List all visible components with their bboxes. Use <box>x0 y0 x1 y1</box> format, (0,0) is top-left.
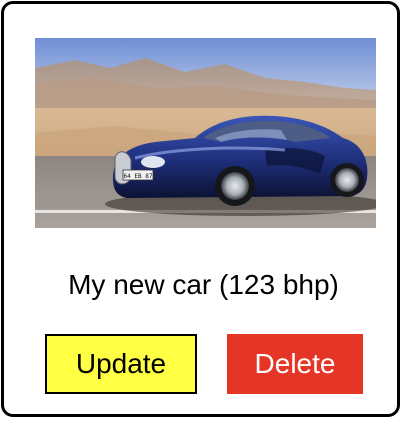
car-title: My new car (123 bhp) <box>68 269 339 300</box>
delete-button[interactable]: Delete <box>227 334 363 394</box>
car-card: 64 EB 87 My new car (123 bhp) Update Del… <box>1 1 400 417</box>
svg-text:64 EB 87: 64 EB 87 <box>124 173 153 180</box>
update-button[interactable]: Update <box>45 334 197 394</box>
car-photo: 64 EB 87 <box>35 38 376 228</box>
